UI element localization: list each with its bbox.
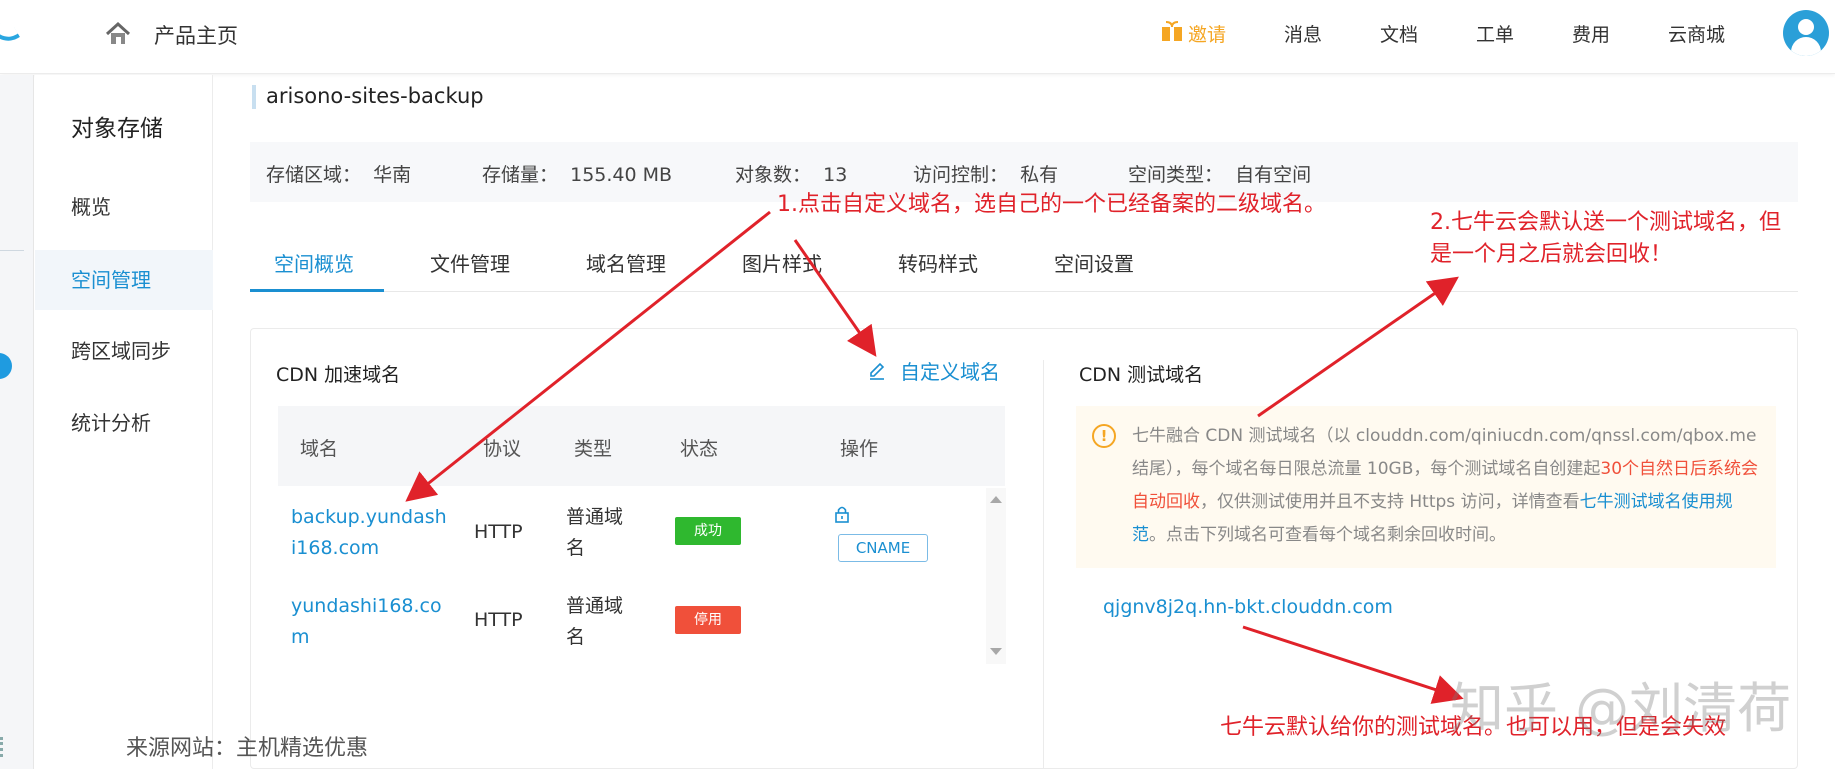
- test-domain-notice: ! 七牛融合 CDN 测试域名（以 clouddn.com/qiniucdn.c…: [1076, 406, 1776, 568]
- info-bucket-type: 空间类型： 自有空间: [1128, 164, 1312, 186]
- status-badge-success: 成功: [675, 517, 741, 545]
- status-badge-disabled: 停用: [675, 606, 741, 634]
- annotation-step-2-line-2: 是一个月之后就会回收！: [1430, 242, 1673, 267]
- sidebar-item-statistics[interactable]: 统计分析: [35, 393, 213, 453]
- tab-file-management[interactable]: 文件管理: [430, 248, 510, 277]
- cdn-test-domain-title: CDN 测试域名: [1079, 364, 1204, 386]
- annotation-step-2-line-1: 2.七牛云会默认送一个测试域名，但: [1430, 210, 1781, 235]
- product-home-link[interactable]: 产品主页: [154, 20, 238, 50]
- sidebar-item-cross-region-sync[interactable]: 跨区域同步: [35, 321, 213, 381]
- active-tab-indicator: [250, 289, 384, 292]
- info-access-control: 访问控制： 私有: [913, 164, 1059, 186]
- sidebar: 对象存储 概览 空间管理 跨区域同步 统计分析: [35, 75, 213, 769]
- table-row-domain[interactable]: backup.yundash i168.com: [291, 502, 447, 564]
- tab-bucket-settings[interactable]: 空间设置: [1054, 248, 1134, 277]
- tab-domain-management[interactable]: 域名管理: [586, 248, 666, 277]
- invite-link[interactable]: 邀请: [1188, 20, 1226, 47]
- home-icon[interactable]: [104, 20, 132, 48]
- sidebar-item-bucket-management[interactable]: 空间管理: [35, 250, 213, 310]
- edit-icon[interactable]: [866, 360, 888, 382]
- notice-text: 七牛融合 CDN 测试域名（以 clouddn.com/qiniucdn.com…: [1132, 426, 1759, 545]
- top-navigation-bar: 产品主页 邀请 消息 文档 工单 费用 云商城: [0, 0, 1835, 74]
- column-header-domain: 域名: [300, 438, 339, 460]
- cdn-domain-title: CDN 加速域名: [276, 364, 401, 386]
- annotation-step-1: 1.点击自定义域名，选自己的一个已经备案的二级域名。: [777, 192, 1326, 217]
- source-caption: 来源网站：主机精选优惠: [126, 736, 369, 761]
- cname-button[interactable]: CNAME: [838, 534, 928, 562]
- info-storage: 存储量： 155.40 MB: [482, 164, 673, 186]
- scroll-down-icon[interactable]: [990, 648, 1002, 655]
- column-header-protocol: 协议: [483, 438, 522, 460]
- table-row-protocol: HTTP: [474, 521, 523, 543]
- scroll-up-icon[interactable]: [990, 496, 1002, 503]
- table-header: 域名 协议 类型 状态 操作: [278, 406, 1005, 486]
- warning-icon: !: [1092, 424, 1116, 448]
- column-header-status: 状态: [680, 438, 719, 460]
- logo-icon[interactable]: [0, 17, 21, 49]
- table-row-type: 普通域名: [566, 506, 624, 559]
- tab-overview[interactable]: 空间概览: [274, 248, 354, 277]
- test-domain-link[interactable]: qjgnv8j2q.hn-bkt.clouddn.com: [1103, 596, 1393, 618]
- docs-link[interactable]: 文档: [1380, 20, 1418, 47]
- info-object-count: 对象数： 13: [735, 164, 848, 186]
- tab-transcode-styles[interactable]: 转码样式: [898, 248, 978, 277]
- product-rail: [0, 75, 34, 769]
- table-row-protocol: HTTP: [474, 609, 523, 631]
- panel-divider: [1043, 360, 1044, 769]
- marketplace-link[interactable]: 云商城: [1668, 20, 1725, 47]
- storage-product-icon[interactable]: [0, 353, 12, 379]
- billing-link[interactable]: 费用: [1572, 20, 1610, 47]
- title-accent-bar: [252, 85, 256, 109]
- column-header-type: 类型: [574, 438, 613, 460]
- sidebar-item-overview[interactable]: 概览: [35, 177, 213, 237]
- tickets-link[interactable]: 工单: [1476, 20, 1514, 47]
- gift-icon[interactable]: [1161, 20, 1183, 42]
- user-avatar[interactable]: [1783, 10, 1829, 56]
- table-scrollbar[interactable]: [986, 488, 1006, 664]
- tab-image-styles[interactable]: 图片样式: [742, 248, 822, 277]
- lock-icon[interactable]: [832, 504, 852, 524]
- bucket-name: arisono-sites-backup: [266, 84, 484, 108]
- watermark: 知乎 @刘清荷: [1450, 677, 1792, 740]
- info-region: 存储区域： 华南: [266, 164, 412, 186]
- sidebar-title: 对象存储: [71, 116, 163, 142]
- more-icon[interactable]: [0, 737, 4, 757]
- messages-link[interactable]: 消息: [1284, 20, 1322, 47]
- table-row-domain[interactable]: yundashi168.co m: [291, 591, 442, 653]
- custom-domain-link[interactable]: 自定义域名: [900, 356, 1000, 385]
- table-row-type: 普通域名: [566, 595, 624, 648]
- column-header-actions: 操作: [840, 438, 879, 460]
